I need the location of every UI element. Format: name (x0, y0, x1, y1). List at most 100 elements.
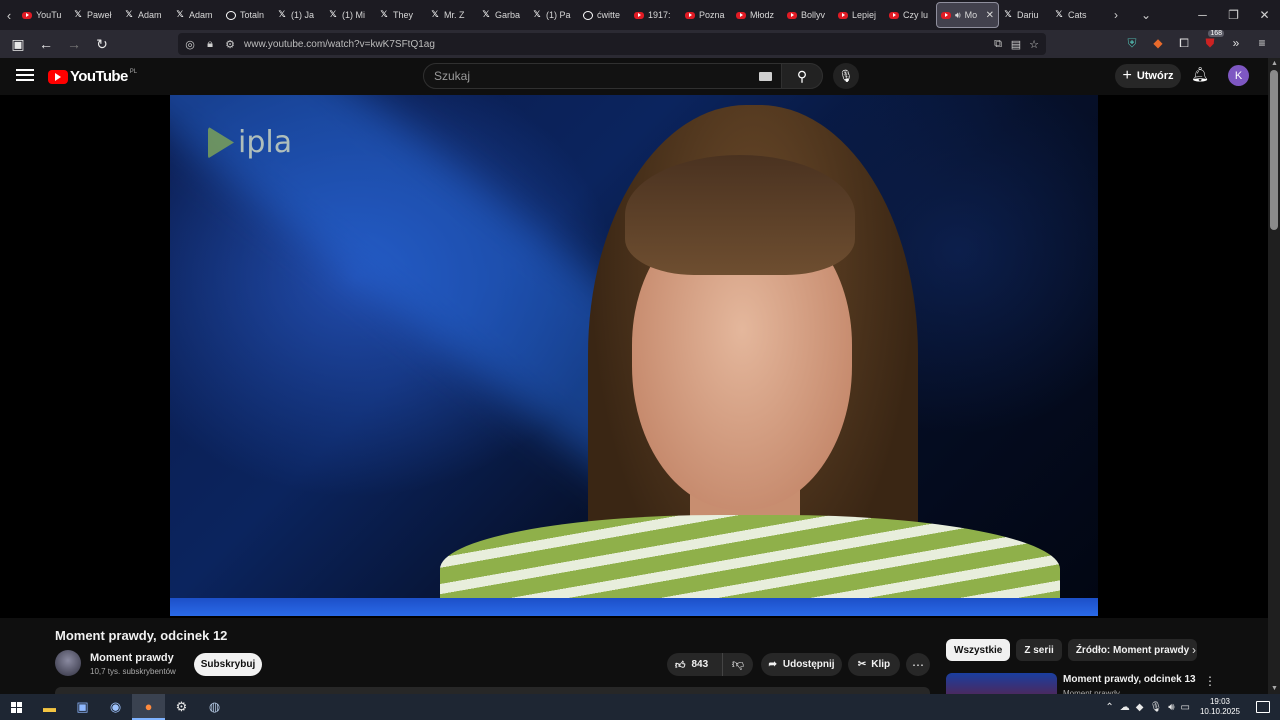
url-text[interactable]: www.youtube.com/watch?v=kwK7SFtQ1ag (244, 39, 435, 50)
lock-icon[interactable]: 🔒︎ (204, 38, 216, 51)
browser-tab[interactable]: 𝕏 Cats (1050, 2, 1101, 28)
channel-name[interactable]: Moment prawdy (90, 652, 174, 664)
clip-button[interactable]: ✂ Klip (848, 653, 900, 676)
video-title: Moment prawdy, odcinek 12 (55, 628, 228, 643)
filter-chip[interactable]: Wszystkie (946, 639, 1011, 661)
browser-tab[interactable]: 𝕏 Mr. Z (426, 2, 477, 28)
restore-icon[interactable]: ❐ (1218, 8, 1249, 22)
reload-icon[interactable]: ↻ (90, 32, 114, 56)
microphone-tray-icon[interactable]: 🎙︎ (1149, 702, 1162, 713)
close-tab-icon[interactable]: ✕ (986, 10, 994, 21)
search-button[interactable]: ⚲ (781, 63, 823, 89)
network-icon[interactable]: ▭ (1181, 702, 1190, 713)
onedrive-cloud-icon[interactable]: ☁ (1120, 702, 1130, 713)
browser-tab[interactable]: 🔊︎ Mo ✕ (936, 2, 999, 28)
browser-tab[interactable]: 𝕏 (1) Mi (324, 2, 375, 28)
volume-icon[interactable]: 🔊︎ (1168, 702, 1174, 713)
notifications-bell-icon[interactable]: 🔔︎ (1190, 66, 1210, 86)
filter-chip[interactable]: Źródło: Moment prawdy (1067, 639, 1198, 661)
browser-tab[interactable]: Totaln (222, 2, 273, 28)
tabs-scroll-left-icon[interactable]: ‹ (0, 0, 18, 30)
tray-expand-icon[interactable]: ⌃ (1105, 702, 1113, 713)
app-menu-icon[interactable]: ≡ (1252, 33, 1272, 53)
share-button[interactable]: ➦ Udostępnij (761, 653, 842, 676)
browser-tab[interactable]: Młodz (732, 2, 783, 28)
list-all-tabs-icon[interactable]: ⌄ (1131, 8, 1161, 22)
taskbar-clock[interactable]: 19:03 10.10.2025 (1200, 697, 1240, 717)
recommendation-title[interactable]: Moment prawdy, odcinek 13 (1063, 674, 1196, 685)
chips-next-icon[interactable]: › (1192, 643, 1196, 657)
tab-strip-controls: › ⌄ ─ ❐ ✕ (1101, 0, 1280, 30)
browser-tab[interactable]: 𝕏 Dariu (999, 2, 1050, 28)
firefox-icon[interactable]: ● (132, 694, 165, 720)
back-icon[interactable]: ← (34, 32, 58, 56)
reader-view-icon[interactable]: ▤ (1010, 38, 1022, 51)
recommendation-menu-icon[interactable]: ⋮ (1204, 674, 1216, 688)
steam-icon[interactable]: ◉ (99, 694, 132, 720)
browser-tab[interactable]: YouTu (18, 2, 69, 28)
browser-tab[interactable]: 𝕏 Adam (171, 2, 222, 28)
remote-desktop-icon[interactable]: ▣ (66, 694, 99, 720)
dislike-button[interactable]: 👎︎ (723, 657, 753, 672)
address-bar[interactable]: ◎ 🔒︎ ⚙ www.youtube.com/watch?v=kwK7SFtQ1… (178, 33, 1046, 55)
browser-tab[interactable]: 1917: (630, 2, 681, 28)
search-input[interactable]: Szukaj (423, 63, 783, 89)
browser-tab[interactable]: 𝕏 (1) Pa (528, 2, 579, 28)
browser-tab[interactable]: 𝕏 (1) Ja (273, 2, 324, 28)
browser-tab[interactable]: Pozna (681, 2, 732, 28)
bookmark-star-icon[interactable]: ☆ (1028, 38, 1040, 51)
scroll-up-icon[interactable]: ▲ (1271, 60, 1278, 67)
minimize-icon[interactable]: ─ (1187, 8, 1218, 22)
like-button[interactable]: 👍︎ 843 (667, 653, 723, 676)
browser-tab[interactable]: 𝕏 Garba (477, 2, 528, 28)
settings-gear-icon[interactable]: ⚙ (165, 694, 198, 720)
app-globe-icon[interactable]: ◍ (198, 694, 231, 720)
browser-tab[interactable]: Czy lu (885, 2, 936, 28)
tab-label: YouTu (36, 10, 62, 20)
tracking-shield-icon[interactable]: ◎ (184, 38, 196, 51)
more-actions-button[interactable]: ⋯ (906, 653, 930, 676)
sidebar-toggle-icon[interactable]: ▣ (6, 32, 30, 56)
forward-icon[interactable]: → (62, 32, 86, 56)
page-scrollbar[interactable]: ▲ ▼ (1268, 58, 1280, 694)
scrollbar-thumb[interactable] (1270, 70, 1278, 230)
overflow-chevron-icon[interactable]: » (1226, 33, 1246, 53)
filter-chip[interactable]: Z serii (1016, 639, 1062, 661)
create-button[interactable]: + Utwórz (1115, 64, 1181, 88)
notification-center-icon[interactable] (1256, 701, 1270, 713)
account-avatar[interactable]: K (1228, 65, 1249, 86)
windows-taskbar: ▬ ▣ ◉ ● ⚙ ◍ ⌃ ☁ ◆ 🎙︎ 🔊︎ ▭ 19:03 10.10.20… (0, 694, 1280, 720)
tabs-scroll-right-icon[interactable]: › (1101, 8, 1131, 22)
subscribe-button[interactable]: Subskrybuj (194, 653, 262, 676)
picture-in-picture-icon[interactable]: ⧉ (992, 38, 1004, 51)
dropbox-icon[interactable]: ◆ (1136, 702, 1144, 713)
keyboard-icon[interactable] (759, 72, 772, 81)
browser-tab[interactable]: ćwitte (579, 2, 630, 28)
extension-fox-icon[interactable]: ◆ (1148, 33, 1168, 53)
vpn-shield-icon[interactable]: ⛨ (1122, 33, 1142, 53)
file-explorer-icon[interactable]: ▬ (33, 694, 66, 720)
ipla-watermark-text: ipla (238, 125, 293, 160)
audio-playing-icon[interactable]: 🔊︎ (955, 10, 961, 21)
start-button[interactable] (0, 694, 33, 720)
youtube-favicon-icon (787, 11, 797, 19)
studio-floor (170, 598, 1098, 616)
browser-tab[interactable]: 𝕏 Adam (120, 2, 171, 28)
browser-tab[interactable]: 𝕏 They (375, 2, 426, 28)
channel-subscriber-count: 10,7 tys. subskrybentów (90, 667, 176, 676)
browser-tab[interactable]: 𝕏 Paweł (69, 2, 120, 28)
permissions-icon[interactable]: ⚙ (224, 38, 236, 51)
scroll-down-icon[interactable]: ▼ (1271, 685, 1278, 692)
video-frame[interactable]: ipla (170, 95, 1098, 616)
video-player[interactable]: ipla (0, 95, 1268, 618)
youtube-logo[interactable]: YouTube PL (48, 68, 137, 85)
ublock-icon[interactable]: ⛊ 168 (1200, 30, 1224, 53)
voice-search-button[interactable]: 🎙︎ (833, 63, 859, 89)
close-window-icon[interactable]: ✕ (1249, 8, 1280, 22)
browser-tab[interactable]: Lepiej (834, 2, 885, 28)
extensions-puzzle-icon[interactable]: ⧠ (1174, 33, 1194, 53)
browser-tab[interactable]: Bollyv (783, 2, 834, 28)
recommendation-thumbnail[interactable] (946, 673, 1057, 694)
guide-menu-icon[interactable] (14, 66, 36, 86)
channel-avatar[interactable] (55, 650, 81, 676)
